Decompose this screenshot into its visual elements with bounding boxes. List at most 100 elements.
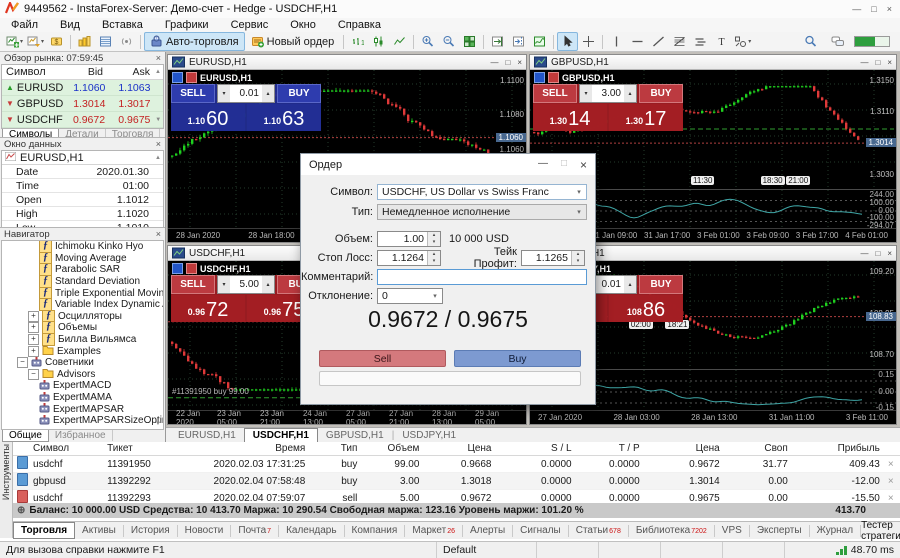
chart-tab-eurusd-h1[interactable]: EURUSD,H1 [170,430,244,441]
column-header-4[interactable]: Тип [309,442,361,456]
one-click-buy-button[interactable]: BUY [277,84,321,103]
market-watch-tab-1[interactable]: Символы [2,129,59,138]
column-header-1[interactable]: Символ [29,442,103,456]
data-window-instrument[interactable]: EURUSD,H1▲ [2,151,163,165]
balance-expand-icon[interactable]: ⊕ [17,505,25,516]
column-header-9[interactable]: Цена [644,442,724,456]
market-watch-tab-2[interactable]: Детали [59,129,105,138]
market-watch-tab-3[interactable]: Торговля [106,129,161,138]
navigator-tab-1[interactable]: Общие [2,430,49,442]
spin-down-icon[interactable]: ▾ [218,276,230,293]
menu-item-service[interactable]: Сервис [220,19,280,31]
new-chart-icon[interactable]: ▾ [4,32,25,51]
market-watch-row[interactable]: ▲EURUSD1.10601.1063 [2,80,163,96]
toolbox-tab-1[interactable]: Торговля [13,522,75,539]
vertical-line-icon[interactable] [606,32,627,51]
candlestick-icon[interactable] [368,32,389,51]
strategy-tester-label[interactable]: Тестер стратегий [861,520,900,542]
menu-item-insert[interactable]: Вставка [91,19,154,31]
window-minimize-button[interactable]: — [852,4,861,14]
chart-close-button[interactable]: × [517,58,522,67]
spin-down-icon[interactable]: ▾ [428,239,440,246]
tree-item[interactable]: ƒTriple Exponential Movin [2,287,163,299]
tree-item[interactable]: +ƒОбъемы [2,322,163,334]
accounts-icon[interactable]: $ [46,32,67,51]
chart-window-titlebar[interactable]: GBPUSD,H1—□× [530,55,896,70]
chart-minimize-button[interactable]: — [490,58,498,67]
tree-item[interactable]: +Examples [2,345,163,357]
fibonacci-icon[interactable] [669,32,690,51]
close-position-icon[interactable]: × [884,473,900,490]
volume-stepper[interactable]: ▾3.00▴ [579,84,637,103]
spin-down-icon[interactable]: ▾ [218,85,230,102]
close-icon[interactable]: × [156,53,161,63]
symbol-select[interactable]: USDCHF, US Dollar vs Swiss Franc ▾ [377,184,587,200]
tree-item[interactable]: ExpertMAMA [2,392,163,404]
deviation-select[interactable]: 0 ▾ [377,288,443,304]
chart-shift-icon[interactable] [508,32,529,51]
text-icon[interactable]: T [711,32,732,51]
one-click-sell-button[interactable]: SELL [171,275,215,294]
chart-tab-usdjpy-h1[interactable]: USDJPY,H1 [394,430,464,441]
bar-chart-icon[interactable]: 1 [347,32,368,51]
window-close-button[interactable]: × [887,4,892,14]
trend-line-icon[interactable] [648,32,669,51]
chart-tab-gbpusd-h1[interactable]: GBPUSD,H1 [318,430,392,441]
dialog-maximize-button[interactable]: □ [561,158,567,172]
spin-down-icon[interactable]: ▾ [572,258,584,265]
autotrade-button[interactable]: Авто-торговля [144,32,245,51]
expand-toggle-icon[interactable]: + [28,311,39,322]
table-row[interactable]: usdchf113919502020.02.03 17:31:25buy99.0… [13,456,900,473]
horizontal-line-icon[interactable] [627,32,648,51]
toolbox-tab-6[interactable]: Календарь [279,525,344,537]
expand-toggle-icon[interactable]: − [28,369,39,380]
take-profit-stepper[interactable]: 1.1265 ▴▾ [521,250,585,266]
scroll-down-icon[interactable]: ▼ [155,421,161,427]
order-type-select[interactable]: Немедленное исполнение ▾ [377,204,587,220]
column-header-8[interactable]: T / P [576,442,644,456]
toolbox-tab-5[interactable]: Почта7 [231,525,279,537]
close-position-icon[interactable]: × [884,456,900,473]
chart-restore-button[interactable]: □ [505,58,510,67]
scroll-up-icon[interactable]: ▲ [153,69,163,75]
tile-windows-icon[interactable] [459,32,480,51]
dialog-title-bar[interactable]: Ордер — □ × [301,154,595,175]
chart-minimize-button[interactable]: — [860,249,868,258]
tree-item[interactable]: ExpertMAPSAR [2,403,163,415]
tree-item[interactable]: +ƒБилла Вильямса [2,334,163,346]
navigator-tab-2[interactable]: Избранное [49,430,113,441]
tree-item[interactable]: −Advisors [2,369,163,381]
close-icon[interactable]: × [156,139,161,149]
chat-icon[interactable] [827,32,848,51]
spin-up-icon[interactable]: ▴ [624,85,636,102]
profiles-icon[interactable]: ▾ [25,32,46,51]
toolbox-tab-12[interactable]: Библиотека7202 [629,525,715,537]
tree-item[interactable]: −Советники [2,357,163,369]
cursor-icon[interactable] [557,32,578,51]
column-header-3[interactable]: Время [175,442,309,456]
line-chart-icon[interactable] [389,32,410,51]
toolbox-tab-15[interactable]: Журнал [810,525,862,537]
tree-item[interactable]: ExpertMACD [2,380,163,392]
toolbox-tab-14[interactable]: Эксперты [750,525,810,537]
spin-up-icon[interactable]: ▴ [572,251,584,258]
tree-item[interactable]: ƒParabolic SAR [2,264,163,276]
tree-item[interactable]: ƒIchimoku Kinko Hyo [2,241,163,253]
tree-item[interactable]: ƒStandard Deviation [2,276,163,288]
toolbox-tab-7[interactable]: Компания [345,525,406,537]
channel-icon[interactable] [690,32,711,51]
spin-up-icon[interactable]: ▴ [428,251,440,258]
column-header-2[interactable]: Тикет [103,442,175,456]
toolbox-side-tab[interactable]: Инструменты [0,442,13,538]
toolbox-tab-13[interactable]: VPS [715,525,750,537]
column-header-5[interactable]: Объем [361,442,423,456]
dialog-minimize-button[interactable]: — [538,158,548,172]
tree-item[interactable]: ExpertMAPSARSizeOptim [2,415,163,427]
chart-close-button[interactable]: × [887,249,892,258]
menu-item-charts[interactable]: Графики [154,19,220,31]
window-maximize-button[interactable]: □ [871,4,876,14]
menu-item-file[interactable]: Файл [0,19,49,31]
close-icon[interactable]: × [156,229,161,239]
spin-down-icon[interactable]: ▾ [580,85,592,102]
volume-stepper[interactable]: ▾5.00▴ [217,275,275,294]
